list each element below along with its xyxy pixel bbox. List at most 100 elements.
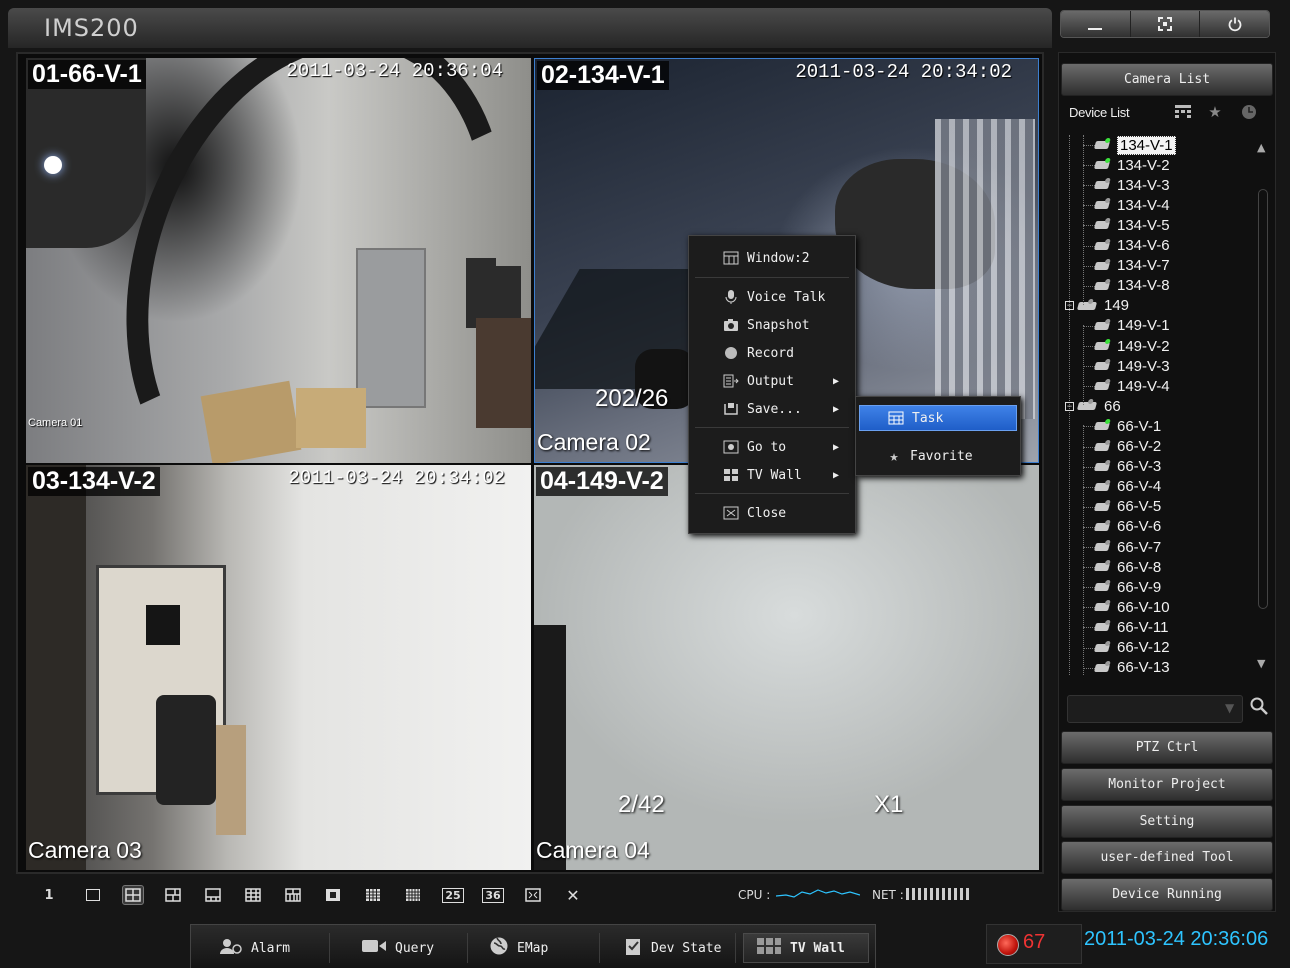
history-clock-icon[interactable] bbox=[1239, 103, 1259, 121]
tree-camera-item[interactable]: 66-V-5 bbox=[1083, 497, 1161, 517]
fullscreen-button[interactable] bbox=[1130, 11, 1201, 37]
layout-1-button[interactable]: 1 bbox=[38, 885, 60, 905]
close-all-button[interactable]: ✕ bbox=[562, 885, 584, 905]
device-running-button[interactable]: Device Running bbox=[1061, 878, 1273, 911]
layout-25-button[interactable]: 25 bbox=[442, 885, 464, 905]
tree-camera-item[interactable]: 66-V-10 bbox=[1083, 597, 1170, 617]
tree-camera-item[interactable]: 134-V-5 bbox=[1083, 215, 1170, 235]
scroll-up-icon[interactable]: ▲ bbox=[1257, 141, 1265, 154]
microphone-icon bbox=[721, 288, 741, 306]
alarm-light-icon bbox=[997, 934, 1019, 956]
tree-camera-item[interactable]: 66-V-3 bbox=[1083, 457, 1161, 477]
tab-dev-state[interactable]: Dev State bbox=[623, 933, 721, 963]
tree-camera-item[interactable]: 134-V-8 bbox=[1083, 276, 1170, 296]
collapse-icon[interactable]: − bbox=[1065, 301, 1074, 311]
layout-36-button[interactable]: 36 bbox=[482, 885, 504, 905]
tree-camera-item[interactable]: 66-V-12 bbox=[1083, 638, 1170, 658]
tree-camera-item[interactable]: 149-V-2 bbox=[1083, 336, 1170, 356]
tree-camera-item[interactable]: 66-V-8 bbox=[1083, 557, 1161, 577]
menu-item-close[interactable]: Close bbox=[689, 500, 855, 526]
scene-light bbox=[44, 156, 62, 174]
menu-item-go-to[interactable]: Go to ▶ bbox=[689, 434, 855, 460]
tab-tv-wall[interactable]: TV Wall bbox=[743, 933, 869, 963]
camera-name: 02-134-V-1 bbox=[537, 61, 669, 90]
tree-camera-item[interactable]: 134-V-6 bbox=[1083, 236, 1170, 256]
tree-camera-item[interactable]: 149-V-1 bbox=[1083, 316, 1170, 336]
setting-button[interactable]: Setting bbox=[1061, 805, 1273, 838]
tree-group-item[interactable]: − 66 bbox=[1065, 396, 1121, 416]
task-icon bbox=[886, 409, 906, 427]
layout-10-button[interactable] bbox=[282, 885, 304, 905]
tree-camera-label: 149-V-4 bbox=[1117, 377, 1170, 395]
menu-item-window[interactable]: Window:2 bbox=[689, 245, 855, 271]
menu-item-snapshot[interactable]: Snapshot bbox=[689, 312, 855, 338]
device-icon bbox=[1076, 402, 1098, 411]
tree-camera-label: 66-V-13 bbox=[1117, 659, 1170, 675]
layout-6-button[interactable] bbox=[162, 885, 184, 905]
tree-connector bbox=[1083, 285, 1095, 287]
layout-4-button[interactable] bbox=[122, 885, 144, 905]
search-dropdown-icon[interactable]: ▼ bbox=[1225, 701, 1234, 715]
setting-label: Setting bbox=[1139, 814, 1195, 829]
tree-camera-item[interactable]: 66-V-13 bbox=[1083, 658, 1170, 675]
tree-scrollbar[interactable]: ▲ ▼ bbox=[1255, 137, 1271, 675]
tree-camera-item[interactable]: 149-V-4 bbox=[1083, 376, 1170, 396]
tree-connector bbox=[1083, 547, 1095, 548]
tab-alarm[interactable]: Alarm bbox=[219, 933, 290, 963]
menu-item-task[interactable]: Task bbox=[859, 405, 1017, 431]
camera-icon bbox=[1093, 141, 1111, 149]
layout-13-button[interactable] bbox=[322, 885, 344, 905]
tree-camera-label: 149-V-2 bbox=[1117, 337, 1170, 355]
tree-camera-item[interactable]: 66-V-4 bbox=[1083, 477, 1161, 497]
tree-camera-item[interactable]: 66-V-1 bbox=[1083, 416, 1161, 436]
scroll-down-icon[interactable]: ▼ bbox=[1257, 657, 1265, 670]
user-defined-tool-button[interactable]: user-defined Tool bbox=[1061, 841, 1273, 874]
layout-20-button[interactable] bbox=[402, 885, 424, 905]
device-search-input[interactable] bbox=[1067, 695, 1243, 723]
tree-camera-item[interactable]: 134-V-4 bbox=[1083, 195, 1170, 215]
tree-group-item[interactable]: − 149 bbox=[1065, 296, 1129, 316]
net-meter bbox=[906, 888, 969, 900]
tree-camera-item[interactable]: 134-V-3 bbox=[1083, 175, 1170, 195]
favorites-star-icon[interactable]: ★ bbox=[1205, 103, 1225, 121]
tree-camera-item[interactable]: 149-V-3 bbox=[1083, 356, 1170, 376]
alarm-indicator[interactable]: 67 bbox=[986, 924, 1082, 964]
menu-item-tv-wall[interactable]: TV Wall ▶ bbox=[689, 462, 855, 488]
tree-camera-item[interactable]: 66-V-6 bbox=[1083, 517, 1161, 537]
power-button[interactable] bbox=[1200, 11, 1269, 37]
tab-query[interactable]: Query bbox=[361, 933, 434, 963]
tree-camera-item[interactable]: 134-V-2 bbox=[1083, 155, 1170, 175]
camera-list-button[interactable]: Camera List bbox=[1061, 63, 1273, 96]
tab-emap[interactable]: EMap bbox=[489, 933, 548, 963]
tree-camera-item[interactable]: 66-V-2 bbox=[1083, 437, 1161, 457]
menu-item-save[interactable]: Save... ▶ bbox=[689, 396, 855, 422]
camera-frame-stat: 2/42 bbox=[618, 791, 665, 818]
layout-single-button[interactable] bbox=[82, 885, 104, 905]
scroll-track[interactable] bbox=[1258, 189, 1268, 609]
menu-item-output[interactable]: Output ▶ bbox=[689, 368, 855, 394]
collapse-icon[interactable]: − bbox=[1065, 401, 1074, 411]
camera-icon bbox=[1093, 221, 1111, 230]
menu-item-favorite[interactable]: ★ Favorite bbox=[856, 443, 1020, 469]
video-cell-1[interactable]: 01-66-V-1 2011-03-24 20:36:04 Camera 01 bbox=[26, 58, 531, 463]
ptz-ctrl-button[interactable]: PTZ Ctrl bbox=[1061, 731, 1273, 764]
device-running-label: Device Running bbox=[1112, 887, 1222, 902]
layout-8-button[interactable] bbox=[202, 885, 224, 905]
user-defined-tool-label: user-defined Tool bbox=[1100, 850, 1234, 865]
menu-item-voice-talk[interactable]: Voice Talk bbox=[689, 284, 855, 310]
monitor-project-button[interactable]: Monitor Project bbox=[1061, 768, 1273, 801]
tree-camera-item[interactable]: 66-V-11 bbox=[1083, 617, 1168, 637]
tree-camera-item[interactable]: 66-V-7 bbox=[1083, 537, 1161, 557]
video-cell-3[interactable]: 03-134-V-2 2011-03-24 20:34:02 Camera 03 bbox=[26, 465, 531, 870]
layout-16-button[interactable] bbox=[362, 885, 384, 905]
menu-item-record[interactable]: Record bbox=[689, 340, 855, 366]
minimize-button[interactable] bbox=[1061, 11, 1131, 37]
layout-9-button[interactable] bbox=[242, 885, 264, 905]
tree-camera-item[interactable]: 66-V-9 bbox=[1083, 577, 1161, 597]
tree-camera-item[interactable]: 134-V-1 bbox=[1083, 135, 1176, 155]
fullscreen-layout-button[interactable] bbox=[522, 885, 544, 905]
grid-view-icon[interactable] bbox=[1173, 103, 1193, 121]
tree-camera-label: 149-V-3 bbox=[1117, 357, 1170, 375]
tree-camera-item[interactable]: 134-V-7 bbox=[1083, 256, 1170, 276]
search-icon[interactable] bbox=[1249, 696, 1271, 718]
